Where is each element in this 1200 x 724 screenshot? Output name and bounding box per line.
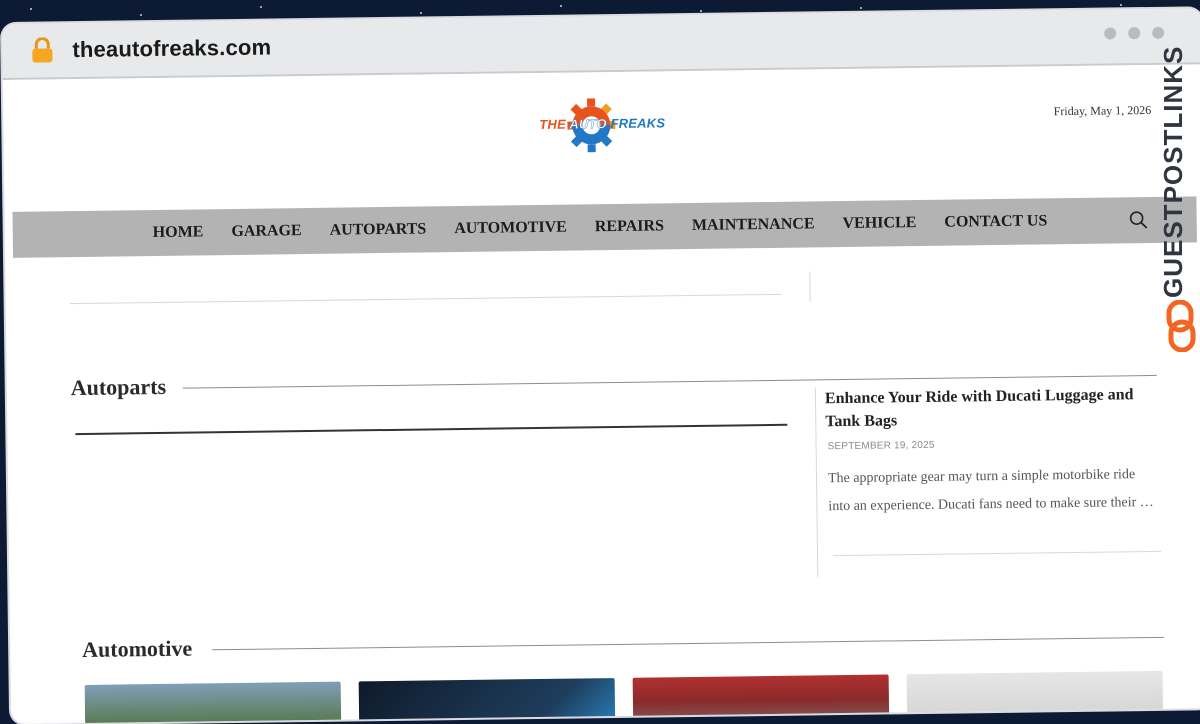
address-bar-url[interactable]: theautofreaks.com: [72, 34, 271, 63]
logo-word-freaks: FREAKS: [610, 115, 666, 132]
nav-item-garage[interactable]: GARAGE: [231, 222, 301, 241]
nav-item-repairs[interactable]: REPAIRS: [595, 217, 664, 236]
window-dot[interactable]: [1104, 27, 1117, 40]
section-title-autoparts: Autoparts: [70, 373, 167, 401]
logo-word-auto: AUTO: [569, 116, 607, 132]
window-dot[interactable]: [1152, 26, 1165, 39]
column-divider: [809, 271, 811, 302]
main-navbar: HOME GARAGE AUTOPARTS AUTOMOTIVE REPAIRS…: [12, 196, 1197, 258]
sidebar-post-excerpt: The appropriate gear may turn a simple m…: [827, 467, 1154, 515]
window-dot[interactable]: [1128, 27, 1141, 40]
content-divider: [69, 293, 782, 305]
nav-item-autoparts[interactable]: AUTOPARTS: [330, 220, 427, 239]
featured-divider: [75, 423, 788, 436]
post-divider: [833, 550, 1162, 557]
chain-link-icon: [1166, 300, 1196, 352]
nav-item-home[interactable]: HOME: [153, 223, 204, 242]
sidebar-post-date: SEPTEMBER 19, 2025: [827, 439, 935, 453]
article-thumbnail[interactable]: [358, 678, 616, 724]
nav-item-vehicle[interactable]: VEHICLE: [842, 214, 916, 233]
web-page: THE AUTO FREAKS Friday, May 1, 2026 HOME…: [10, 64, 1200, 724]
browser-window: theautofreaks.com THE AUTO FREAKS Friday…: [2, 8, 1200, 724]
nav-item-automotive[interactable]: AUTOMOTIVE: [454, 219, 567, 238]
nav-menu: HOME GARAGE AUTOPARTS AUTOMOTIVE REPAIRS…: [152, 198, 1048, 256]
article-thumbnail[interactable]: [84, 681, 342, 724]
site-logo[interactable]: THE AUTO FREAKS: [539, 97, 680, 157]
article-thumbnail[interactable]: [632, 674, 890, 724]
watermark-text: GUESTPOSTLINKS: [1158, 45, 1188, 298]
nav-item-maintenance[interactable]: MAINTENANCE: [692, 215, 815, 235]
header-date: Friday, May 1, 2026: [1053, 102, 1152, 119]
logo-text: THE AUTO FREAKS: [539, 115, 665, 132]
article-thumbnail[interactable]: [906, 670, 1164, 724]
nav-item-contact-us[interactable]: CONTACT US: [944, 212, 1047, 231]
sidebar-post-title[interactable]: Enhance Your Ride with Ducati Luggage an…: [825, 383, 1156, 434]
lock-icon: [32, 37, 53, 63]
section-title-line: [212, 636, 1165, 651]
section-title-automotive: Automotive: [82, 635, 193, 663]
logo-word-the: THE: [539, 116, 567, 132]
window-controls: [1104, 26, 1165, 40]
search-icon[interactable]: [1129, 210, 1149, 230]
sidebar-divider: [814, 387, 819, 578]
